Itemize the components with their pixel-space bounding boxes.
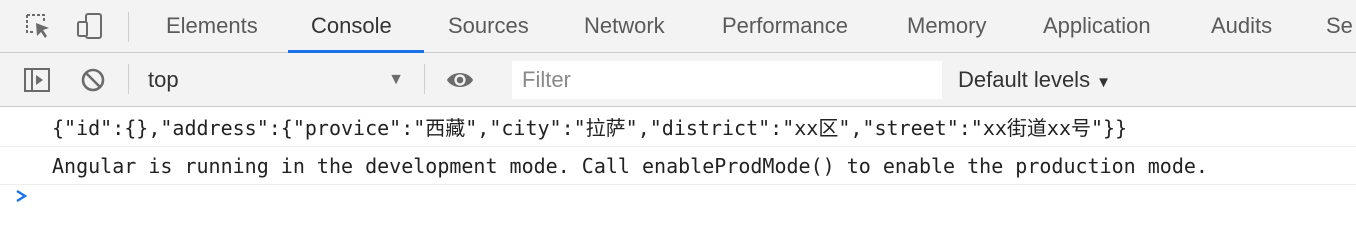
log-levels-dropdown[interactable]: Default levels ▼ — [958, 53, 1111, 106]
chevron-down-icon: ▼ — [388, 71, 404, 88]
inspect-element-icon[interactable] — [23, 11, 53, 41]
sidebar-toggle-icon[interactable] — [22, 65, 52, 95]
tab-console[interactable]: Console — [311, 0, 392, 52]
tab-sources[interactable]: Sources — [448, 0, 529, 52]
clear-console-icon[interactable] — [78, 65, 108, 95]
tab-memory[interactable]: Memory — [907, 0, 986, 52]
tab-security[interactable]: Se — [1326, 0, 1353, 52]
filter-input[interactable] — [512, 61, 942, 99]
tab-network[interactable]: Network — [584, 0, 665, 52]
chevron-down-icon: ▼ — [1096, 74, 1111, 91]
console-output: {"id":{},"address":{"provice":"西藏","city… — [0, 107, 1356, 203]
console-prompt-icon — [14, 189, 32, 203]
toolbar-divider — [128, 64, 129, 94]
tab-audits[interactable]: Audits — [1211, 0, 1272, 52]
console-message: Angular is running in the development mo… — [0, 147, 1356, 185]
tab-elements[interactable]: Elements — [166, 0, 258, 52]
console-toolbar: top ▼ Default levels ▼ — [0, 53, 1356, 107]
devtools-tab-bar: Elements Console Sources Network Perform… — [0, 0, 1356, 53]
context-selector-value: top — [148, 67, 179, 92]
toolbar-divider — [424, 64, 425, 94]
tab-application[interactable]: Application — [1043, 0, 1151, 52]
context-selector[interactable]: top ▼ — [138, 53, 410, 106]
tab-performance[interactable]: Performance — [722, 0, 848, 52]
live-expression-eye-icon[interactable] — [445, 65, 475, 95]
device-toolbar-icon[interactable] — [75, 11, 105, 41]
log-levels-label: Default levels — [958, 67, 1091, 92]
console-message: {"id":{},"address":{"provice":"西藏","city… — [0, 109, 1356, 147]
toolbar-divider — [128, 12, 129, 42]
